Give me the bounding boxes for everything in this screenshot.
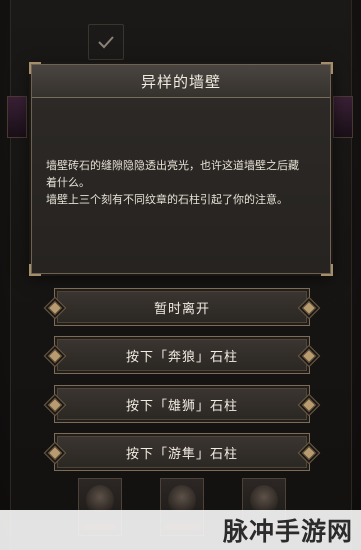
description-line: 着什么。 <box>46 176 90 189</box>
press-lion-pillar-button[interactable]: 按下「雄狮」石柱 <box>43 385 321 423</box>
leave-button[interactable]: 暂时离开 <box>43 288 321 326</box>
dialog-title: 异样的墙壁 <box>140 72 221 91</box>
description-line: 墙壁砖石的缝隙隐隐透出亮光，也许这道墙壁之后藏 <box>46 159 299 172</box>
option-label: 按下「雄狮」石柱 <box>125 398 238 414</box>
dialog-header: 异样的墙壁 <box>32 65 330 98</box>
dialog-description: 墙壁砖石的缝隙隐隐透出亮光，也许这道墙壁之后藏 着什么。 墙壁上三个刻有不同纹章… <box>46 157 316 208</box>
press-wolf-pillar-button[interactable]: 按下「奔狼」石柱 <box>43 336 321 374</box>
checkmark-icon <box>98 36 114 49</box>
event-dialog: 异样的墙壁 墙壁砖石的缝隙隐隐透出亮光，也许这道墙壁之后藏 着什么。 墙壁上三个… <box>29 62 333 276</box>
option-label: 按下「游隼」石柱 <box>125 446 238 462</box>
corner-ornament <box>29 264 41 276</box>
option-label: 暂时离开 <box>153 301 210 317</box>
background-card-right <box>333 96 353 138</box>
corner-ornament <box>321 264 333 276</box>
watermark-banner: 脉冲手游网 <box>0 510 361 550</box>
press-falcon-pillar-button[interactable]: 按下「游隼」石柱 <box>43 433 321 471</box>
option-label: 按下「奔狼」石柱 <box>125 349 238 365</box>
confirm-slot[interactable] <box>88 24 124 60</box>
description-line: 墙壁上三个刻有不同纹章的石柱引起了你的注意。 <box>46 193 288 206</box>
watermark-text: 脉冲手游网 <box>222 517 353 546</box>
background-card-left <box>7 96 27 138</box>
